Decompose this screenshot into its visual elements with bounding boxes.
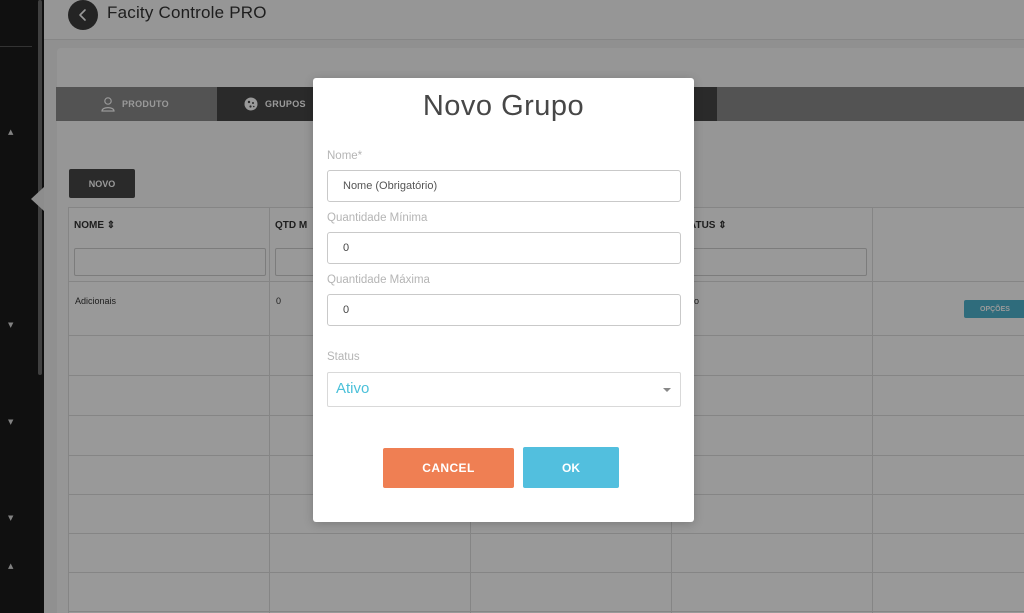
novo-grupo-dialog: Novo Grupo Nome* Quantidade Mínima Quant… xyxy=(313,78,694,522)
status-select-value: Ativo xyxy=(336,380,370,397)
ok-button[interactable]: OK xyxy=(523,447,619,488)
dialog-title: Novo Grupo xyxy=(422,90,585,122)
nome-label: Nome* xyxy=(327,150,363,162)
qtd-max-input[interactable] xyxy=(327,294,681,326)
qtd-min-label: Quantidade Mínima xyxy=(327,212,428,224)
status-select[interactable]: Ativo xyxy=(327,372,681,407)
cancel-button[interactable]: CANCEL xyxy=(383,448,514,488)
qtd-max-label: Quantidade Máxima xyxy=(327,274,430,286)
dropdown-arrow-icon xyxy=(663,388,671,392)
qtd-min-input[interactable] xyxy=(327,232,681,264)
nome-input[interactable] xyxy=(327,170,681,202)
status-label: Status xyxy=(327,351,360,363)
